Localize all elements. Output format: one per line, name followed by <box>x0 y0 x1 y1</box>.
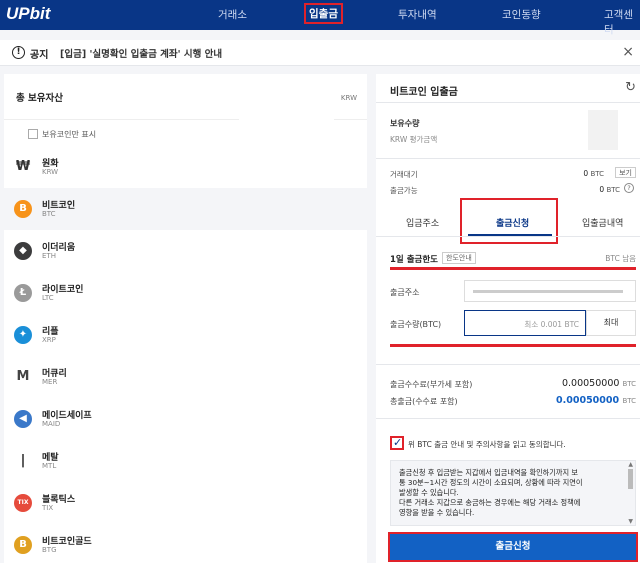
coin-ticker: BTC <box>42 210 56 218</box>
available-value: 0 BTC <box>599 185 620 194</box>
checkmark-icon: ✓ <box>393 436 403 449</box>
coin-row[interactable]: ✦ 리플 XRP <box>4 314 367 356</box>
held-only-label: 보유코인만 표시 <box>42 130 97 139</box>
tab-deposit-address[interactable]: 입금주소 <box>406 216 439 229</box>
total-assets-value <box>239 74 334 120</box>
limit-info-button[interactable]: 한도안내 <box>442 252 476 264</box>
alert-icon: ! <box>12 46 25 59</box>
daily-limit-label: 1일 출금한도 <box>390 255 438 265</box>
coin-ticker: MTL <box>42 462 57 470</box>
scroll-down-icon[interactable]: ▼ <box>628 518 633 525</box>
upbit-logo[interactable]: UPbit <box>6 4 50 24</box>
divider <box>376 418 640 419</box>
agree-checkbox[interactable]: ✓ <box>390 436 404 450</box>
held-only-checkbox[interactable] <box>28 129 38 139</box>
terms-box[interactable]: 출금신청 후 입금받는 지갑에서 입금내역을 확인하기까지 보 통 30분~1시… <box>390 460 636 526</box>
scroll-up-icon[interactable]: ▲ <box>628 461 633 468</box>
asset-list-panel: 총 보유자산 KRW 보유코인만 표시 ₩ 원화 KRW B 비트코인 BTC ◆ 이더리움 E… <box>4 74 367 563</box>
scrollbar[interactable] <box>628 469 633 489</box>
top-nav: UPbit 거래소 입출금 투자내역 코인동향 고객센터 <box>0 0 640 36</box>
coin-ticker: MAID <box>42 420 61 428</box>
pending-value: 0 BTC <box>583 169 604 178</box>
withdraw-address-input[interactable] <box>464 280 636 302</box>
coin-ticker: XRP <box>42 336 56 344</box>
blocktix-icon: TIX <box>14 494 32 512</box>
highlight-line <box>390 267 636 270</box>
tab-withdraw-request[interactable]: 출금신청 <box>496 216 529 229</box>
pending-label: 거래대기 <box>390 170 418 179</box>
refresh-icon[interactable]: ↻ <box>625 80 636 95</box>
filter-row: 보유코인만 표시 <box>4 122 367 144</box>
maidsafe-icon: ◀ <box>14 410 32 428</box>
holdings-value <box>588 110 618 150</box>
krw-value-label: KRW 평가금액 <box>390 135 438 144</box>
withdraw-panel: 비트코인 입출금 ↻ 보유수량 KRW 평가금액 거래대기 0 BTC 보기 출… <box>376 74 640 563</box>
nav-coin-trends[interactable]: 코인동향 <box>502 7 541 22</box>
coin-row[interactable]: B 비트코인 BTC <box>4 188 367 230</box>
coin-row[interactable]: ◀ 메이드세이프 MAID <box>4 398 367 440</box>
max-button[interactable]: 최대 <box>586 310 636 336</box>
view-button[interactable]: 보기 <box>615 167 636 178</box>
coin-row[interactable]: TIX 블록틱스 TIX <box>4 482 367 524</box>
address-label: 출금주소 <box>390 288 420 297</box>
notice-bar: ! 공지 [입금] '실명확인 입출금 계좌' 시행 안내 × <box>0 40 640 66</box>
coin-ticker: MER <box>42 378 58 386</box>
fee-value: 0.00050000 BTC <box>561 378 636 389</box>
coin-row[interactable]: | 메탈 MTL <box>4 440 367 482</box>
bitcoin-gold-icon: B <box>14 536 32 554</box>
ripple-icon: ✦ <box>14 326 32 344</box>
panel-title: 비트코인 입출금 <box>390 87 458 98</box>
coin-row[interactable]: M 머큐리 MER <box>4 356 367 398</box>
ethereum-icon: ◆ <box>14 242 32 260</box>
total-assets-title: 총 보유자산 <box>16 93 64 104</box>
terms-line: 영향을 받을 수 있습니다. <box>399 508 475 517</box>
total-value: 0.00050000 BTC <box>556 395 636 406</box>
coin-ticker: BTG <box>42 546 57 554</box>
help-icon[interactable]: ? <box>624 183 634 193</box>
nav-deposit-withdraw[interactable]: 입출금 <box>304 3 343 24</box>
limit-remaining: BTC 남음 <box>605 254 636 263</box>
highlight-line <box>390 344 636 347</box>
withdraw-amount-input[interactable]: 최소 0.001 BTC <box>464 310 586 336</box>
divider <box>376 102 640 103</box>
holdings-label: 보유수량 <box>390 119 420 128</box>
withdraw-submit-button[interactable]: 출금신청 <box>388 532 638 562</box>
coin-ticker: LTC <box>42 294 54 302</box>
coin-ticker: ETH <box>42 252 56 260</box>
divider <box>376 236 640 237</box>
divider <box>376 364 640 365</box>
total-label: 총출금(수수료 포함) <box>390 397 458 406</box>
available-label: 출금가능 <box>390 186 418 195</box>
coin-ticker: TIX <box>42 504 54 512</box>
tab-history[interactable]: 입출금내역 <box>582 216 623 229</box>
nav-investments[interactable]: 투자내역 <box>398 7 437 22</box>
nav-exchange[interactable]: 거래소 <box>218 7 247 22</box>
close-icon[interactable]: × <box>622 44 634 60</box>
notice-link[interactable]: [입금] '실명확인 입출금 계좌' 시행 안내 <box>60 46 222 60</box>
total-assets-currency: KRW <box>340 94 357 102</box>
asset-header: 총 보유자산 KRW <box>4 74 367 120</box>
mercury-icon: M <box>16 369 30 384</box>
nav-customer-center[interactable]: 고객센터 <box>604 7 640 37</box>
agree-label: 위 BTC 출금 안내 및 주의사항을 읽고 동의합니다. <box>408 440 566 449</box>
fee-label: 출금수수료(부가세 포함) <box>390 380 473 389</box>
coin-row[interactable]: Ł 라이트코인 LTC <box>4 272 367 314</box>
divider <box>376 158 640 159</box>
bitcoin-icon: B <box>14 200 32 218</box>
coin-row[interactable]: B 비트코인골드 BTG <box>4 524 367 563</box>
litecoin-icon: Ł <box>14 284 32 302</box>
coin-row[interactable]: ◆ 이더리움 ETH <box>4 230 367 272</box>
coin-row[interactable]: ₩ 원화 KRW <box>4 146 367 188</box>
notice-label: 공지 <box>30 50 49 61</box>
address-value <box>473 290 623 293</box>
metal-icon: | <box>20 453 26 468</box>
won-icon: ₩ <box>15 159 31 174</box>
amount-label: 출금수량(BTC) <box>390 320 442 329</box>
coin-ticker: KRW <box>42 168 59 176</box>
